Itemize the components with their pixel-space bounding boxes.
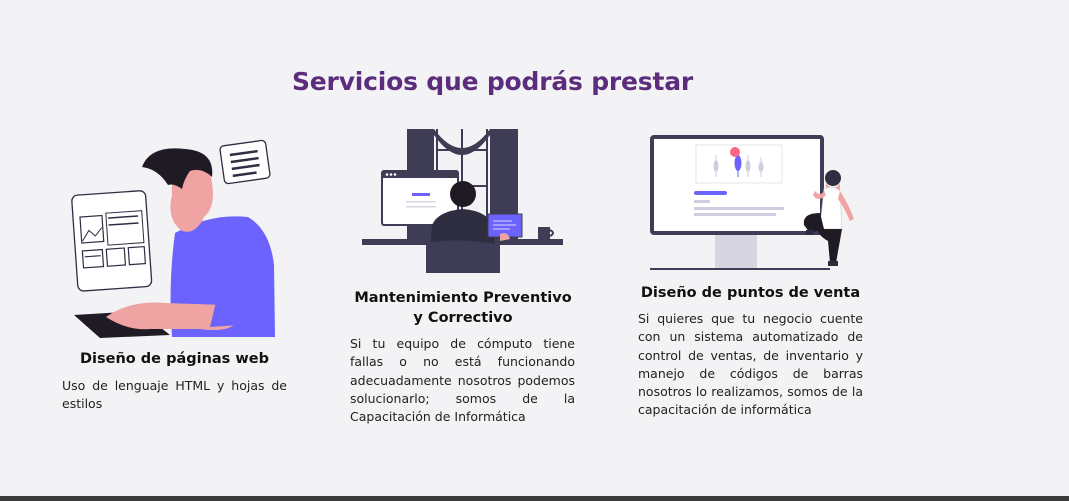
section-title: Servicios que podrás prestar xyxy=(292,66,694,96)
web-developer-illustration xyxy=(71,139,275,338)
bottom-border xyxy=(0,496,1069,501)
service-title-maintenance: Mantenimiento Preventivo y Correctivo xyxy=(354,290,572,326)
service-title-web: Diseño de páginas web xyxy=(80,351,269,367)
computer-maintenance-illustration xyxy=(362,129,563,273)
service-title-pos: Diseño de puntos de venta xyxy=(640,285,861,301)
point-of-sale-illustration xyxy=(650,135,854,270)
service-desc-pos: Si quieres que tu negocio cuente con un … xyxy=(638,311,863,418)
service-desc-maintenance: Si tu equipo de cómputo tiene fallas o n… xyxy=(350,336,575,425)
service-desc-web: Uso de lenguaje HTML y hojas de estilos xyxy=(62,378,287,412)
